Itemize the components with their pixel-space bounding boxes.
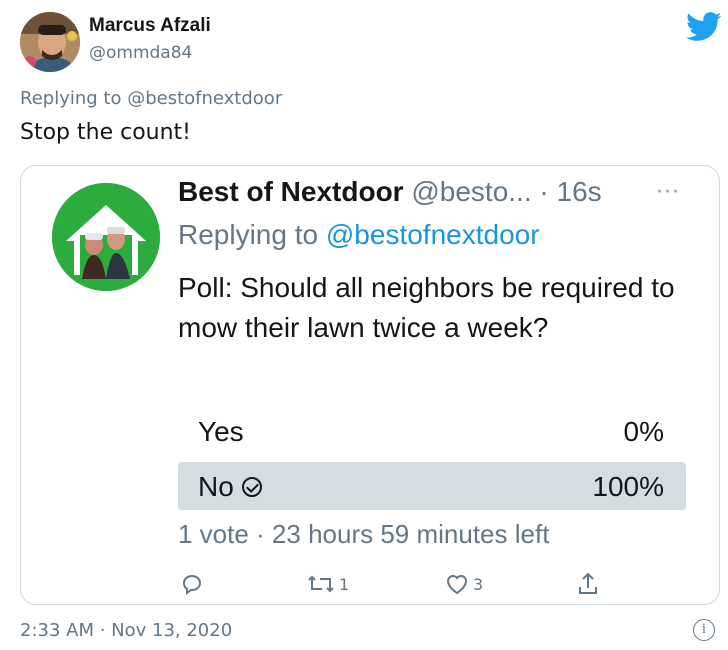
quoted-replying-to: Replying to @bestofnextdoor	[178, 219, 540, 251]
poll-summary: 1 vote · 23 hours 59 minutes left	[178, 519, 550, 549]
poll-option-label: Yes	[198, 416, 244, 447]
poll-option-label: No	[198, 471, 234, 502]
tweet-text: Stop the count!	[20, 120, 191, 145]
retweet-icon	[308, 575, 334, 593]
checkmark-circle-icon	[241, 476, 262, 497]
tweet-timestamp[interactable]: 2:33 AM · Nov 13, 2020	[20, 620, 232, 641]
poll-option-label-wrap: No	[198, 471, 262, 503]
poll-option-no: No 100%	[178, 462, 686, 510]
poll-option-percent: 100%	[592, 471, 664, 502]
author-name[interactable]: Marcus Afzali	[89, 15, 211, 37]
quoted-tweet-text: Poll: Should all neighbors be required t…	[178, 272, 675, 343]
replying-handle-link[interactable]: @bestofnextdoor	[127, 88, 282, 109]
twitter-bird-icon[interactable]	[686, 12, 722, 42]
info-icon[interactable]: i	[693, 619, 715, 641]
nextdoor-muppets-avatar	[52, 183, 160, 291]
heart-icon	[446, 575, 468, 595]
more-options-icon[interactable]: ···	[656, 180, 680, 205]
reply-icon	[182, 574, 202, 595]
quoted-author-name[interactable]: Best of Nextdoor	[178, 176, 404, 207]
poll-option-percent: 0%	[623, 416, 664, 447]
like-button[interactable]: 3	[444, 568, 483, 600]
replying-prefix: Replying to	[20, 88, 128, 109]
reply-button[interactable]	[180, 568, 204, 600]
share-icon	[579, 572, 597, 594]
avatar-image	[20, 12, 80, 72]
retweet-button[interactable]: 1	[306, 568, 349, 600]
poll-option-yes: Yes 0%	[178, 407, 686, 455]
quoted-replying-handle-link[interactable]: @bestofnextdoor	[326, 219, 540, 250]
author-avatar[interactable]	[20, 12, 80, 72]
share-button[interactable]	[576, 568, 600, 600]
quoted-author-handle-time[interactable]: @besto... · 16s	[404, 176, 601, 207]
quoted-author-avatar[interactable]	[52, 183, 160, 291]
like-count: 3	[473, 574, 484, 594]
replying-to: Replying to @bestofnextdoor	[20, 88, 282, 109]
quoted-author-line: Best of Nextdoor @besto... · 16s	[178, 176, 602, 208]
author-handle[interactable]: @ommda84	[89, 43, 192, 63]
quoted-replying-prefix: Replying to	[178, 219, 326, 250]
retweet-count: 1	[339, 574, 350, 594]
